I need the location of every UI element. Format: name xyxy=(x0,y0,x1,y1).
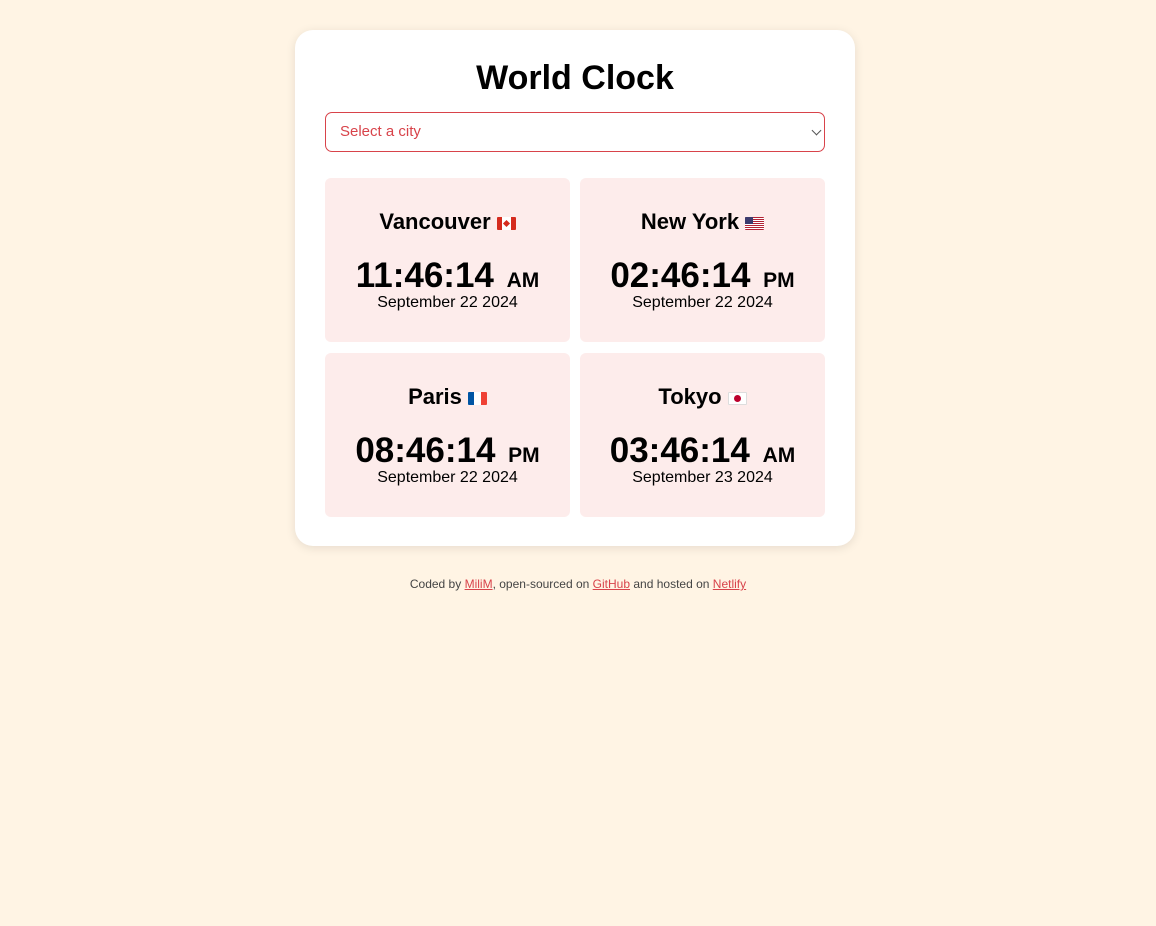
canada-flag-icon xyxy=(496,217,516,230)
usa-flag-icon xyxy=(745,217,765,230)
city-time: 11:46:14 xyxy=(355,256,494,295)
footer-hosted: and hosted on xyxy=(633,577,710,591)
author-link[interactable]: MiliM xyxy=(465,577,493,591)
city-period: PM xyxy=(763,269,795,292)
city-card-vancouver: Vancouver 11:46:14 AM September 22 2024 xyxy=(325,178,570,342)
footer-prefix: Coded by xyxy=(409,577,462,591)
city-name: Vancouver xyxy=(379,209,491,234)
city-name: Tokyo xyxy=(658,384,722,409)
github-link[interactable]: GitHub xyxy=(593,577,630,591)
city-date: September 22 2024 xyxy=(632,294,773,311)
city-name: New York xyxy=(640,209,740,234)
city-date: September 23 2024 xyxy=(632,469,773,486)
page-title: World Clock xyxy=(476,59,674,97)
city-period: AM xyxy=(506,269,540,292)
city-card-tokyo: Tokyo 03:46:14 AM September 23 2024 xyxy=(580,353,825,517)
world-clock-card: World Clock Select a city Vancouver 11:4… xyxy=(295,30,855,546)
chevron-down-icon xyxy=(811,125,822,136)
france-flag-icon xyxy=(467,392,487,405)
city-select[interactable]: Select a city xyxy=(325,112,825,152)
city-time: 08:46:14 xyxy=(355,431,496,470)
city-date: September 22 2024 xyxy=(377,294,518,311)
city-select-value: Select a city xyxy=(340,123,421,140)
city-date: September 22 2024 xyxy=(377,469,518,486)
city-card-paris: Paris 08:46:14 PM September 22 2024 xyxy=(325,353,570,517)
footer-middle: , open-sourced on xyxy=(492,577,590,591)
city-time: 03:46:14 xyxy=(609,431,750,470)
city-name: Paris xyxy=(408,384,462,409)
city-card-new-york: New York 02:46:14 PM September 22 2024 xyxy=(580,178,825,342)
japan-flag-icon xyxy=(727,392,747,405)
netlify-link[interactable]: Netlify xyxy=(713,577,746,591)
city-time: 02:46:14 xyxy=(610,256,751,295)
city-grid: Vancouver 11:46:14 AM September 22 2024 … xyxy=(325,178,825,517)
footer: Coded by MiliM, open-sourced on GitHub a… xyxy=(0,576,1156,592)
city-period: PM xyxy=(508,444,540,467)
city-period: AM xyxy=(762,444,796,467)
